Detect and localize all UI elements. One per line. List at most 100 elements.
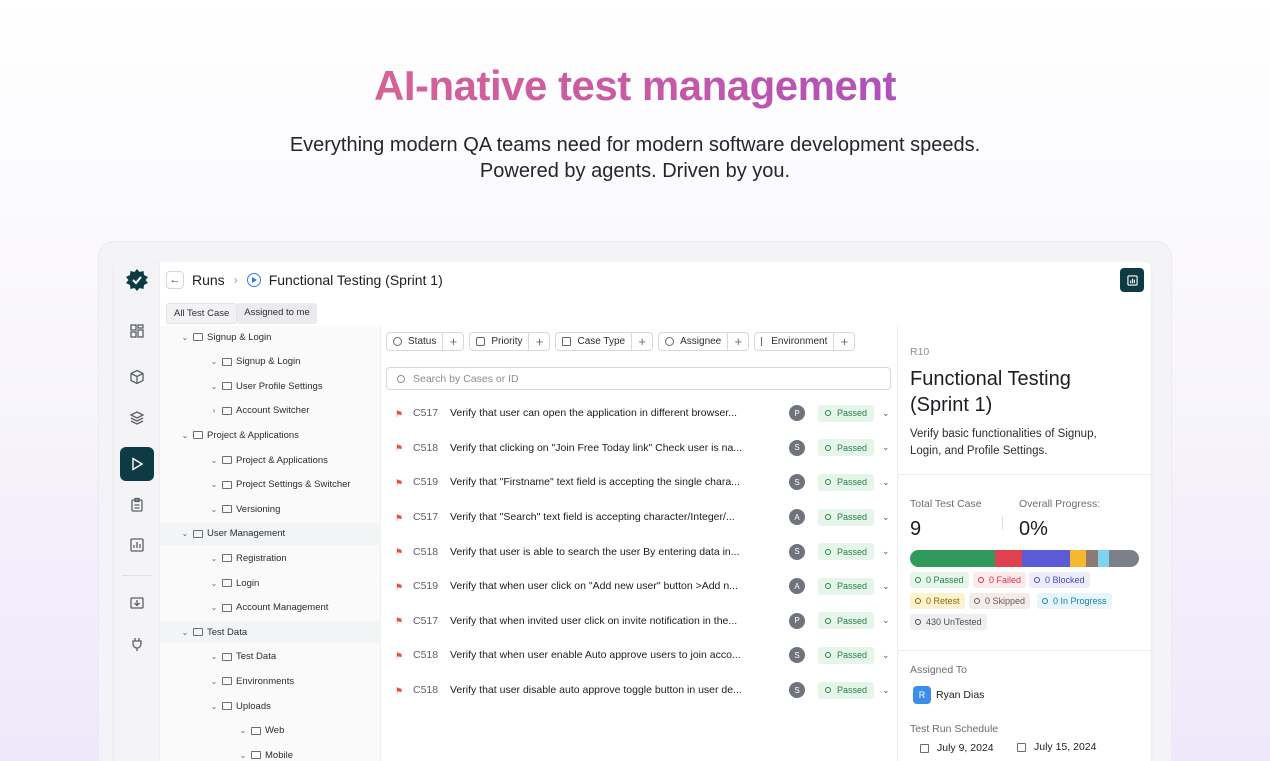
chevron-down-icon[interactable]: ⌄ bbox=[238, 726, 248, 735]
chevron-down-icon[interactable]: ⌄ bbox=[209, 554, 219, 563]
chevron-down-icon[interactable]: ⌄ bbox=[882, 512, 890, 523]
tree-item[interactable]: ⌄ Environments bbox=[160, 670, 381, 692]
case-title[interactable]: Verify that when user click on "Add new … bbox=[450, 580, 756, 592]
rail-cube-button[interactable] bbox=[120, 360, 154, 394]
search-input[interactable]: Search by Cases or ID bbox=[386, 367, 891, 390]
chevron-down-icon[interactable]: ⌄ bbox=[180, 431, 190, 440]
plus-icon[interactable]: + bbox=[443, 332, 465, 351]
analytics-button[interactable] bbox=[1120, 268, 1144, 292]
case-title[interactable]: Verify that when invited user click on i… bbox=[450, 615, 756, 627]
chevron-down-icon[interactable]: ⌄ bbox=[180, 333, 190, 342]
status-badge[interactable]: Passed bbox=[818, 404, 875, 422]
status-badge[interactable]: Passed bbox=[818, 508, 875, 526]
tree-item[interactable]: ⌄ User Profile Settings bbox=[160, 375, 381, 397]
rail-runs-button[interactable] bbox=[120, 447, 154, 481]
status-badge[interactable]: Passed bbox=[818, 681, 875, 699]
chevron-down-icon[interactable]: ⌄ bbox=[180, 628, 190, 637]
plus-icon[interactable]: + bbox=[834, 332, 856, 351]
case-title[interactable]: Verify that "Search" text field is accep… bbox=[450, 511, 756, 523]
case-row[interactable]: ⚑ C517 Verify that when invited user click… bbox=[382, 604, 896, 639]
status-badge[interactable]: Passed bbox=[818, 439, 875, 457]
chevron-down-icon[interactable]: ⌄ bbox=[209, 652, 219, 661]
tree-item[interactable]: ⌄ Versioning bbox=[160, 498, 381, 520]
case-row[interactable]: ⚑ C519 Verify that "Firstname" text field … bbox=[382, 465, 896, 500]
assignee-name[interactable]: Ryan Dias bbox=[936, 689, 984, 701]
chevron-down-icon[interactable]: ⌄ bbox=[882, 581, 890, 592]
chevron-down-icon[interactable]: ⌄ bbox=[882, 442, 890, 453]
chevron-down-icon[interactable]: ⌄ bbox=[238, 751, 248, 760]
tree-item[interactable]: ⌄ Signup & Login bbox=[160, 326, 381, 348]
tree-item[interactable]: ⌄ Project & Applications bbox=[160, 424, 381, 446]
tree-item[interactable]: ⌄ Registration bbox=[160, 547, 381, 569]
tree-item[interactable]: ⌄ Project & Applications bbox=[160, 449, 381, 471]
case-row[interactable]: ⚑ C518 Verify that user is able to search … bbox=[382, 534, 896, 569]
tree-item[interactable]: › Account Switcher bbox=[160, 400, 381, 422]
rail-layers-button[interactable] bbox=[120, 401, 154, 435]
rail-integrations-button[interactable] bbox=[120, 627, 154, 661]
tree-item[interactable]: ⌄ Project Settings & Switcher bbox=[160, 474, 381, 496]
case-title[interactable]: Verify that user can open the applicatio… bbox=[450, 407, 756, 419]
case-title[interactable]: Verify that clicking on "Join Free Today… bbox=[450, 442, 756, 454]
status-badge[interactable]: Passed bbox=[818, 577, 875, 595]
case-row[interactable]: ⚑ C517 Verify that "Search" text field is … bbox=[382, 500, 896, 535]
chevron-down-icon[interactable]: ⌄ bbox=[209, 702, 219, 711]
chevron-down-icon[interactable]: ⌄ bbox=[209, 357, 219, 366]
filter-status[interactable]: Status + bbox=[386, 332, 465, 351]
case-row[interactable]: ⚑ C519 Verify that when user click on "Add… bbox=[382, 569, 896, 604]
case-title[interactable]: Verify that user disable auto approve to… bbox=[450, 684, 756, 696]
filter-case-type[interactable]: Case Type + bbox=[555, 332, 654, 351]
plus-icon[interactable]: + bbox=[529, 332, 551, 351]
case-title[interactable]: Verify that user is able to search the u… bbox=[450, 546, 756, 558]
chevron-down-icon[interactable]: ⌄ bbox=[209, 677, 219, 686]
tree-item[interactable]: ⌄ Signup & Login bbox=[160, 351, 381, 373]
case-title[interactable]: Verify that when user enable Auto approv… bbox=[450, 649, 756, 661]
status-badge[interactable]: Passed bbox=[818, 646, 875, 664]
chevron-down-icon[interactable]: ⌄ bbox=[209, 382, 219, 391]
status-badge[interactable]: Passed bbox=[818, 473, 875, 491]
chevron-down-icon[interactable]: ⌄ bbox=[882, 615, 890, 626]
end-date[interactable]: July 15, 2024 bbox=[1017, 741, 1096, 753]
chevron-down-icon[interactable]: ⌄ bbox=[882, 408, 890, 419]
tree-item[interactable]: ⌄ Test Data bbox=[160, 621, 381, 644]
tree-item[interactable]: ⌄ Test Data bbox=[160, 646, 381, 668]
tree-item[interactable]: ⌄ Account Management bbox=[160, 597, 381, 619]
chevron-down-icon[interactable]: ⌄ bbox=[209, 603, 219, 612]
breadcrumb-runs[interactable]: Runs bbox=[192, 272, 225, 288]
tree-item[interactable]: ⌄ Web bbox=[160, 720, 381, 742]
tree-item[interactable]: ⌄ Uploads bbox=[160, 695, 381, 717]
chevron-down-icon[interactable]: ⌄ bbox=[882, 650, 890, 661]
case-row[interactable]: ⚑ C518 Verify that user disable auto appro… bbox=[382, 673, 896, 708]
case-row[interactable]: ⚑ C517 Verify that user can open the appli… bbox=[382, 396, 896, 431]
plus-icon[interactable]: + bbox=[728, 332, 750, 351]
status-badge[interactable]: Passed bbox=[818, 612, 875, 630]
chevron-down-icon[interactable]: ⌄ bbox=[209, 579, 219, 588]
case-row[interactable]: ⚑ C518 Verify that when user enable Auto a… bbox=[382, 638, 896, 673]
filter-assignee[interactable]: Assignee + bbox=[658, 332, 750, 351]
tab-all-test-case[interactable]: All Test Case bbox=[166, 303, 238, 324]
tree-item[interactable]: ⌄ User Management bbox=[160, 522, 381, 545]
tree-item[interactable]: ⌄ Login bbox=[160, 572, 381, 594]
chevron-down-icon[interactable]: ⌄ bbox=[209, 505, 219, 514]
rail-dashboard-button[interactable] bbox=[120, 314, 154, 348]
case-row[interactable]: ⚑ C518 Verify that clicking on "Join Free … bbox=[382, 431, 896, 466]
status-badge[interactable]: Passed bbox=[818, 543, 875, 561]
start-date[interactable]: July 9, 2024 bbox=[920, 742, 994, 754]
back-button[interactable]: ← bbox=[166, 271, 184, 289]
tree-item[interactable]: ⌄ Mobile bbox=[160, 744, 381, 761]
case-title[interactable]: Verify that "Firstname" text field is ac… bbox=[450, 476, 756, 488]
chevron-down-icon[interactable]: ⌄ bbox=[209, 480, 219, 489]
filter-priority[interactable]: Priority + bbox=[469, 332, 551, 351]
folder-icon bbox=[251, 751, 261, 760]
rail-import-button[interactable] bbox=[120, 586, 154, 620]
tab-assigned-to-me[interactable]: Assigned to me bbox=[237, 303, 317, 324]
chevron-down-icon[interactable]: ⌄ bbox=[180, 529, 190, 538]
chevron-down-icon[interactable]: ⌄ bbox=[882, 546, 890, 557]
plus-icon[interactable]: + bbox=[632, 332, 654, 351]
chevron-down-icon[interactable]: ⌄ bbox=[882, 477, 890, 488]
filter-environment[interactable]: Environment + bbox=[754, 332, 856, 351]
chevron-down-icon[interactable]: ⌄ bbox=[882, 685, 890, 696]
chevron-right-icon[interactable]: › bbox=[209, 406, 219, 415]
rail-clipboard-button[interactable] bbox=[120, 488, 154, 522]
chevron-down-icon[interactable]: ⌄ bbox=[209, 456, 219, 465]
rail-reports-button[interactable] bbox=[120, 528, 154, 562]
